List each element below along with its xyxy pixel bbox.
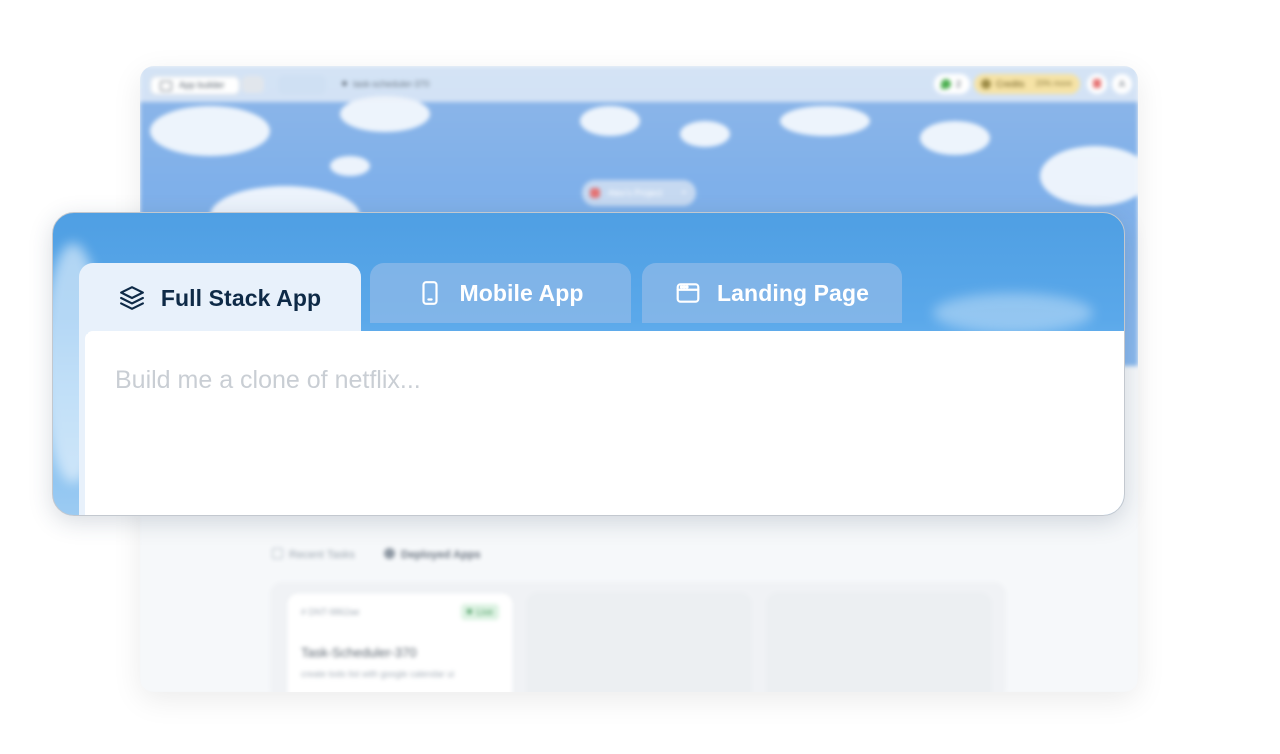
status-label: Live — [476, 607, 493, 617]
tab-full-stack-app-label: Full Stack App — [160, 284, 322, 311]
project-icon — [590, 188, 600, 198]
breadcrumb: task-scheduler-370 — [342, 79, 430, 89]
layers-icon — [119, 285, 145, 311]
tab-mobile-app[interactable]: Mobile App — [370, 263, 631, 323]
leaf-icon — [941, 79, 951, 89]
app-card[interactable]: # DNT-9862ae Live Task-Scheduler-370 cre… — [286, 592, 514, 692]
project-name: Alex's Project — [608, 188, 663, 198]
app-builder-button[interactable]: App builder — [150, 76, 240, 95]
breadcrumb-label: task-scheduler-370 — [353, 79, 430, 89]
globe-icon — [384, 548, 395, 559]
credits-button[interactable]: Credits 20% more — [974, 74, 1080, 94]
project-selector[interactable]: Alex's Project ▾ — [582, 180, 696, 206]
leaf-counter[interactable]: 2 — [934, 74, 970, 94]
app-card-placeholder — [766, 592, 992, 692]
prompt-area — [85, 331, 1124, 515]
top-bar: App builder task-scheduler-370 2 Credits… — [140, 66, 1138, 102]
mobile-phone-icon — [417, 280, 443, 306]
app-builder-label: App builder — [179, 80, 225, 90]
app-card-id: # DNT-9862ae — [301, 607, 360, 617]
gift-icon[interactable] — [1087, 74, 1107, 94]
coin-icon — [981, 79, 991, 89]
recent-tasks-label: Recent Tasks — [289, 549, 355, 561]
deployed-apps-label: Deployed Apps — [401, 549, 481, 561]
browser-window-icon — [675, 280, 701, 306]
tab-full-stack-app[interactable]: Full Stack App — [79, 263, 361, 333]
tab-landing-page[interactable]: Landing Page — [642, 263, 902, 323]
chevron-down-icon: ▾ — [681, 188, 686, 197]
tab-recent-tasks[interactable]: Recent Tasks — [272, 548, 355, 561]
app-card-placeholder — [526, 592, 752, 692]
tab-mobile-app-label: Mobile App — [459, 279, 584, 306]
home-tab[interactable] — [278, 75, 326, 95]
status-badge: Live — [461, 604, 499, 620]
deployed-apps-grid: # DNT-9862ae Live Task-Scheduler-370 cre… — [270, 582, 1006, 692]
window-icon — [160, 81, 172, 91]
credits-more-label: 20% more — [1035, 79, 1072, 88]
prompt-input[interactable] — [113, 359, 1077, 401]
avatar[interactable]: A — [1112, 74, 1132, 94]
tab-deployed-apps[interactable]: Deployed Apps — [384, 548, 481, 561]
app-card-title: Task-Scheduler-370 — [301, 645, 417, 660]
app-card-description: create todo list with google calendar ui — [301, 669, 455, 679]
leaf-count: 2 — [956, 79, 962, 89]
sidebar-toggle-button[interactable] — [242, 76, 264, 93]
dot-icon — [342, 81, 347, 86]
live-dot-icon — [467, 609, 473, 614]
composer-panel: Full Stack App Mobile App Landing Page B… — [52, 212, 1125, 516]
project-type-tabs: Full Stack App Mobile App Landing Page — [53, 213, 1124, 333]
list-icon — [272, 548, 283, 559]
tab-landing-page-label: Landing Page — [717, 279, 869, 306]
